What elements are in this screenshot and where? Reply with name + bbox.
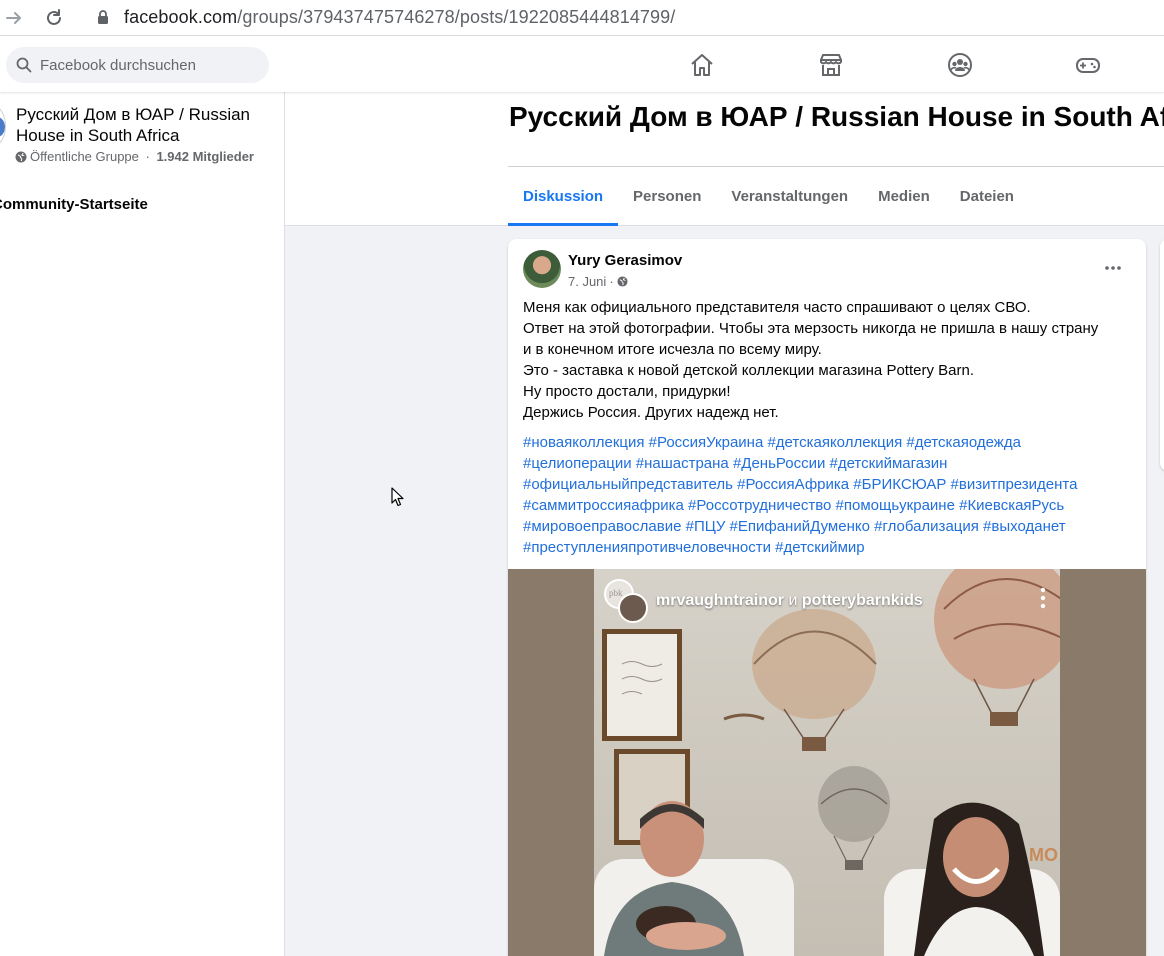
page-title[interactable]: Русский Дом в ЮАР / Russian House in Sou… xyxy=(509,100,1164,134)
globe-icon xyxy=(617,276,628,287)
tab-events[interactable]: Veranstaltungen xyxy=(716,168,863,225)
home-icon[interactable] xyxy=(689,52,715,78)
story-avatar xyxy=(618,593,648,623)
story-avatar-label: pbk xyxy=(609,588,623,598)
community-home-link[interactable]: Community-Startseite xyxy=(0,196,148,213)
member-count[interactable]: 1.942 Mitglieder xyxy=(156,149,254,164)
hashtag-block: #новаяколлекция #РоссияУкраина #детскаяк… xyxy=(523,432,1133,558)
wall-frame xyxy=(602,629,682,741)
meta-separator: · xyxy=(141,149,154,164)
header-divider xyxy=(508,166,1164,167)
post-line: Ну просто достали, придурки! xyxy=(523,383,731,400)
post-line: Меня как официального представителя част… xyxy=(523,299,1031,316)
hashtag-line[interactable]: #целиоперации #нашастрана #ДеньРоссии #д… xyxy=(523,453,1133,474)
hashtag-line[interactable]: #новаяколлекция #РоссияУкраина #детскаяк… xyxy=(523,432,1133,453)
balloon-illustration xyxy=(723,609,877,751)
author-name[interactable]: Yury Gerasimov xyxy=(568,252,682,269)
post-date: 7. Juni · xyxy=(568,274,628,289)
page-root: facebook.com/groups/379437475746278/post… xyxy=(0,0,1164,956)
post-date-text[interactable]: 7. Juni xyxy=(568,274,606,289)
tab-discussion[interactable]: Diskussion xyxy=(508,168,619,226)
group-sidebar: Русский Дом в ЮАР / Russian House in Sou… xyxy=(0,92,285,956)
post-image[interactable]: MO pbk mrvaughntrainor и potterybarnkids xyxy=(508,569,1146,956)
url-path: /groups/379437475746278/posts/1922085444… xyxy=(237,6,676,27)
post-line: и в конечном итоге исчезла по всему миру… xyxy=(523,341,822,358)
group-type: Öffentliche Gruppe xyxy=(30,149,139,164)
tab-people[interactable]: Personen xyxy=(618,168,716,225)
tab-files[interactable]: Dateien xyxy=(945,168,1029,225)
story-screenshot: MO pbk mrvaughntrainor и potterybarnkids xyxy=(594,569,1060,956)
story-avatars: pbk xyxy=(604,579,648,623)
date-separator: · xyxy=(609,274,614,289)
url-host: facebook.com xyxy=(124,6,238,27)
group-header: Русский Дом в ЮАР / Russian House in Sou… xyxy=(285,92,1164,226)
forward-button[interactable] xyxy=(2,6,26,30)
groups-icon[interactable] xyxy=(947,52,973,78)
author-avatar[interactable] xyxy=(523,250,561,288)
arrow-right-icon xyxy=(6,12,21,24)
more-horizontal-icon xyxy=(1105,266,1121,270)
hashtag-line[interactable]: #саммитроссияафрика #Россотрудничество #… xyxy=(523,495,1133,516)
search-icon xyxy=(16,57,32,73)
story-user-1: mrvaughntrainor xyxy=(656,592,785,609)
story-header: pbk mrvaughntrainor и potterybarnkids xyxy=(604,579,923,623)
post-text: Меня как официального представителя част… xyxy=(523,297,1133,423)
search-input[interactable] xyxy=(40,56,250,74)
mouse-cursor-icon xyxy=(391,487,404,507)
right-column-card xyxy=(1160,239,1164,471)
group-avatar[interactable] xyxy=(0,106,6,146)
reload-icon xyxy=(47,9,61,25)
lock-icon[interactable] xyxy=(96,9,110,25)
group-meta: Öffentliche Gruppe · 1.942 Mitglieder xyxy=(15,149,254,164)
story-user-2: potterybarnkids xyxy=(801,592,923,609)
hashtag-line[interactable]: #преступленияпротивчеловечности #детский… xyxy=(523,537,1133,558)
story-more-icon xyxy=(1040,587,1046,609)
post-line: Это - заставка к новой детской коллекции… xyxy=(523,362,974,379)
address-bar[interactable]: facebook.com/groups/379437475746278/post… xyxy=(124,0,675,34)
group-tabs: Diskussion Personen Veranstaltungen Medi… xyxy=(508,168,1029,226)
facebook-top-nav xyxy=(0,36,1164,92)
post-line: Держись Россия. Других надежд нет. xyxy=(523,404,779,421)
sidebar-group-name[interactable]: Русский Дом в ЮАР / Russian House in Sou… xyxy=(16,104,278,146)
post-line: Ответ на этой фотографии. Чтобы эта мерз… xyxy=(523,320,1099,337)
post-options-button[interactable] xyxy=(1098,253,1128,283)
reload-button[interactable] xyxy=(42,6,66,30)
gaming-icon[interactable] xyxy=(1075,52,1101,78)
person-right xyxy=(914,802,1044,956)
person-left xyxy=(604,801,744,956)
post-card: Yury Gerasimov 7. Juni · Меня как официа… xyxy=(508,239,1146,956)
browser-toolbar: facebook.com/groups/379437475746278/post… xyxy=(0,0,1164,36)
story-and: и xyxy=(784,592,802,609)
marketplace-icon[interactable] xyxy=(818,52,844,78)
search-box[interactable] xyxy=(6,47,269,83)
balloon-illustration xyxy=(818,766,890,870)
tab-media[interactable]: Medien xyxy=(863,168,945,225)
story-usernames: mrvaughntrainor и potterybarnkids xyxy=(656,592,923,610)
hashtag-line[interactable]: #мировоеправославие #ПЦУ #ЕпифанийДуменк… xyxy=(523,516,1133,537)
hashtag-line[interactable]: #официальныйпредставитель #РоссияАфрика … xyxy=(523,474,1133,495)
globe-icon xyxy=(15,151,27,162)
sign-text: MO xyxy=(1029,845,1058,865)
